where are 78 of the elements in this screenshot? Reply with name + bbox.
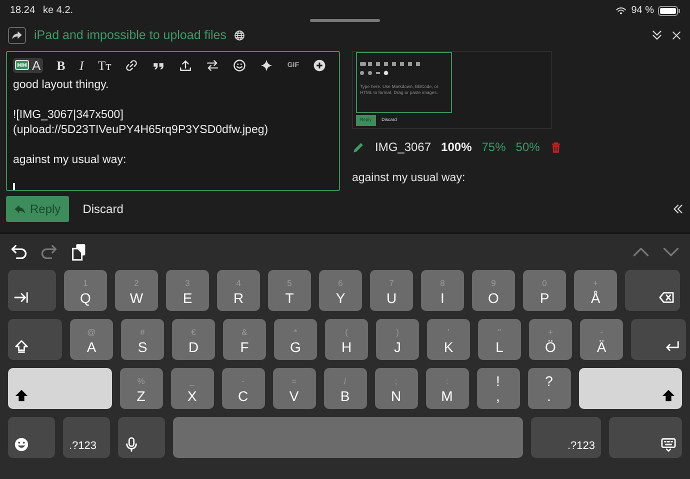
image-size-option[interactable]: 75%	[482, 138, 506, 156]
heading-button[interactable]: Tт	[98, 58, 112, 72]
punctuation-key[interactable]: ! ,	[476, 368, 520, 409]
tab-icon	[14, 290, 29, 305]
emoji-icon	[14, 437, 29, 452]
letter-key[interactable]: _ X	[170, 368, 214, 409]
double-chevron-left-icon[interactable]	[672, 203, 684, 215]
editor-mode-toggle[interactable]: A	[13, 58, 43, 72]
editor-text-line: good layout thingy.	[13, 78, 110, 93]
swap-arrows-icon[interactable]	[206, 58, 220, 72]
editor-text-line: ![IMG_3067|347x500]	[13, 108, 124, 123]
microphone-icon	[124, 437, 139, 452]
globe-icon	[234, 30, 246, 40]
shift-icon	[14, 388, 29, 403]
letter-key[interactable]: = V	[272, 368, 316, 409]
numbers-key[interactable]: .?123	[531, 417, 601, 458]
return-icon	[665, 339, 680, 354]
clock-time: 18.24	[10, 4, 36, 18]
close-icon[interactable]	[671, 30, 682, 40]
letter-key[interactable]: € D	[172, 319, 215, 360]
letter-key[interactable]: " L	[478, 319, 521, 360]
discard-button[interactable]: Discard	[72, 196, 134, 222]
double-chevron-down-icon[interactable]	[651, 29, 663, 41]
shift-key[interactable]	[8, 368, 112, 409]
editor-text-line: against my usual way:	[13, 153, 128, 168]
punctuation-key[interactable]: ? .	[528, 368, 570, 409]
letter-key[interactable]: & F	[223, 319, 266, 360]
letter-key[interactable]: - C	[222, 368, 264, 409]
letter-key[interactable]: / B	[324, 368, 366, 409]
letter-key[interactable]: ) J	[376, 319, 419, 360]
backspace-icon	[659, 290, 674, 305]
caps-lock-icon	[14, 339, 29, 354]
shift-key[interactable]	[578, 368, 682, 409]
letter-key[interactable]: ; N	[374, 368, 418, 409]
image-name: IMG_3067	[375, 139, 432, 156]
tab-key[interactable]	[8, 270, 56, 311]
topic-title[interactable]: iPad and impossible to upload files	[34, 26, 226, 44]
rich-editor-icon	[15, 60, 29, 70]
letter-key[interactable]: + Å	[574, 270, 617, 311]
emoji-key[interactable]	[8, 417, 55, 458]
letter-key[interactable]: : M	[426, 368, 468, 409]
trash-icon[interactable]	[550, 140, 562, 154]
bold-button[interactable]: B	[56, 58, 66, 72]
keyboard-dismiss-key[interactable]	[609, 417, 682, 458]
wifi-icon	[615, 6, 628, 16]
letter-key[interactable]: @ A	[70, 319, 113, 360]
smiley-icon[interactable]	[233, 58, 246, 72]
letter-key[interactable]: ( H	[325, 319, 368, 360]
editor-text-line: (upload://5D23TIVeuPY4H65rq9P3YSD0dfw.jpeg)	[13, 123, 270, 138]
shift-icon	[661, 388, 676, 403]
preview-text: against my usual way:	[352, 171, 466, 186]
sparkle-icon[interactable]	[260, 58, 274, 72]
upload-icon[interactable]	[179, 58, 192, 72]
microphone-key[interactable]	[118, 417, 165, 458]
image-size-option[interactable]: 50%	[516, 138, 540, 156]
letter-key[interactable]: * G	[274, 319, 317, 360]
battery-percent: 94 %	[631, 4, 654, 18]
letter-key[interactable]: + Ö	[529, 319, 572, 360]
link-icon[interactable]	[125, 58, 138, 72]
pencil-icon[interactable]	[352, 140, 365, 154]
letter-key[interactable]: - Ä	[580, 319, 623, 360]
multitasking-handle[interactable]	[310, 18, 380, 22]
undo-icon[interactable]	[10, 243, 28, 261]
battery-icon	[658, 6, 680, 16]
letter-key[interactable]: % Z	[120, 368, 162, 409]
plus-circle-icon[interactable]	[312, 58, 326, 72]
reply-arrow-icon	[14, 204, 26, 214]
date-text: ke 4.2.	[43, 4, 74, 18]
numbers-key[interactable]: .?123	[63, 417, 110, 458]
mini-toolbar-drawing	[360, 60, 420, 75]
clipboard-icon[interactable]	[70, 243, 88, 261]
letter-key[interactable]: # S	[121, 319, 164, 360]
letter-key[interactable]: ' K	[427, 319, 470, 360]
image-size-option[interactable]: 100%	[441, 138, 472, 156]
backspace-key[interactable]	[625, 270, 680, 311]
italic-button[interactable]: I	[79, 58, 84, 72]
caps-lock-key[interactable]	[8, 319, 62, 360]
keyboard-dismiss-icon	[661, 437, 676, 452]
